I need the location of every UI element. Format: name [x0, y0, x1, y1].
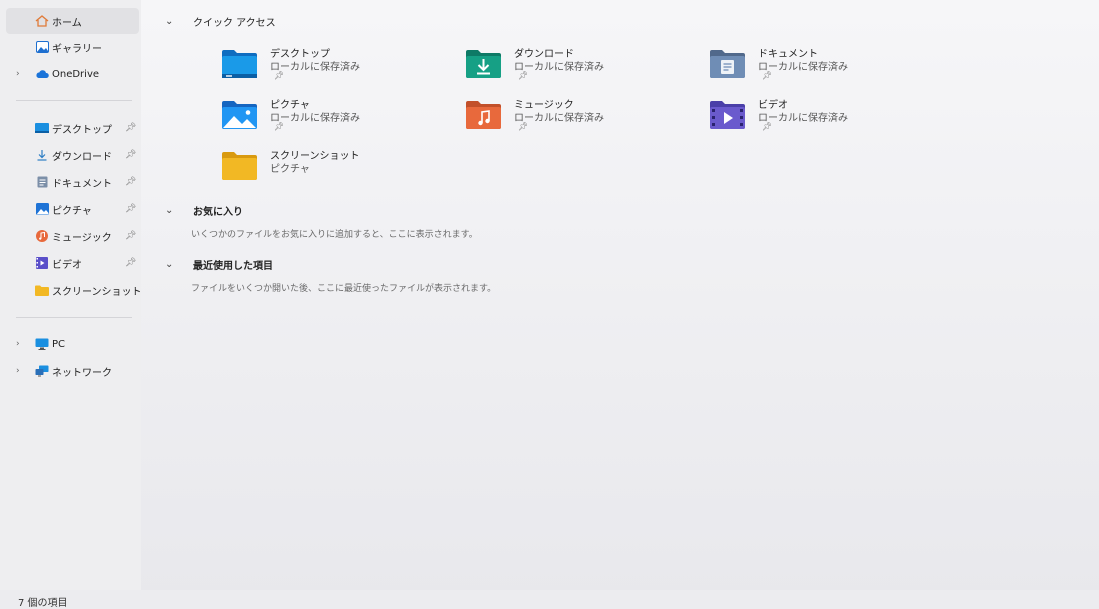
- favorites-header[interactable]: ⌄ お気に入り: [165, 202, 243, 218]
- download-folder-icon: [466, 50, 501, 78]
- sidebar-item-label: ギャラリー: [52, 43, 102, 55]
- quick-access-tile-pictures[interactable]: ピクチャ ローカルに保存済み 📌︎: [221, 96, 451, 144]
- quick-access-tile-desktop[interactable]: デスクトップ ローカルに保存済み 📌︎: [221, 45, 451, 93]
- pin-icon: 📌︎: [274, 122, 285, 131]
- quick-access-tile-music[interactable]: ミュージック ローカルに保存済み 📌︎: [465, 96, 695, 144]
- desktop-folder-icon: [222, 50, 257, 78]
- pin-icon: 📌︎: [762, 122, 773, 131]
- sidebar-item-label: デスクトップ: [52, 124, 112, 136]
- file-explorer-window: ホーム ギャラリー › OneDrive デスクトップ 📌︎ ダウンロード 📌︎…: [0, 0, 1099, 609]
- sidebar-item-pictures[interactable]: ピクチャ 📌︎: [6, 196, 139, 222]
- chevron-down-icon[interactable]: ⌄: [165, 16, 179, 27]
- sidebar-item-onedrive[interactable]: › OneDrive: [6, 61, 139, 87]
- music-icon: [35, 230, 49, 242]
- pin-icon[interactable]: 📌︎: [125, 204, 136, 214]
- sidebar-item-network[interactable]: › ネットワーク: [6, 358, 139, 384]
- folder-icon: [35, 284, 49, 296]
- tile-subtitle: ピクチャ: [270, 164, 310, 175]
- sidebar-item-downloads[interactable]: ダウンロード 📌︎: [6, 142, 139, 168]
- quick-access-tile-screenshots[interactable]: スクリーンショット ピクチャ: [221, 147, 451, 195]
- videos-folder-icon: [710, 101, 745, 129]
- pin-icon[interactable]: 📌︎: [125, 177, 136, 187]
- sidebar-item-home[interactable]: ホーム: [6, 8, 139, 34]
- section-title: お気に入り: [193, 206, 243, 218]
- sidebar-divider: [16, 317, 132, 318]
- chevron-right-icon[interactable]: ›: [16, 69, 24, 79]
- sidebar-item-music[interactable]: ミュージック 📌︎: [6, 223, 139, 249]
- sidebar-item-label: OneDrive: [52, 68, 100, 80]
- recent-empty-message: ファイルをいくつか開いた後、ここに最近使ったファイルが表示されます。: [191, 284, 497, 294]
- chevron-down-icon[interactable]: ⌄: [165, 259, 179, 270]
- sidebar-item-screenshots[interactable]: スクリーンショット: [6, 277, 142, 303]
- pin-icon: 📌︎: [518, 122, 529, 131]
- quick-access-tile-documents[interactable]: ドキュメント ローカルに保存済み 📌︎: [709, 45, 939, 93]
- item-count: 7 個の項目: [18, 598, 68, 609]
- sidebar-item-label: スクリーンショット: [52, 286, 142, 298]
- section-title: クイック アクセス: [193, 17, 276, 29]
- sidebar-item-label: ビデオ: [52, 259, 82, 271]
- screenshots-folder-icon: [222, 152, 257, 180]
- network-icon: [35, 365, 49, 377]
- sidebar-item-label: ダウンロード: [52, 151, 112, 163]
- chevron-right-icon[interactable]: ›: [16, 339, 24, 349]
- content-pane: ⌄ クイック アクセス デスクトップ ローカルに保存済み 📌︎ ダウンロード ロ…: [141, 0, 1099, 590]
- pin-icon[interactable]: 📌︎: [125, 123, 136, 133]
- pin-icon: 📌︎: [518, 71, 529, 80]
- status-bar: 7 個の項目: [0, 590, 1099, 609]
- pin-icon: 📌︎: [762, 71, 773, 80]
- recent-header[interactable]: ⌄ 最近使用した項目: [165, 256, 273, 272]
- sidebar-item-label: ドキュメント: [52, 178, 112, 190]
- quick-access-tile-downloads[interactable]: ダウンロード ローカルに保存済み 📌︎: [465, 45, 695, 93]
- music-folder-icon: [466, 101, 501, 129]
- onedrive-cloud-icon: [35, 68, 49, 80]
- pin-icon[interactable]: 📌︎: [125, 150, 136, 160]
- section-title: 最近使用した項目: [193, 260, 273, 272]
- sidebar-item-label: ネットワーク: [52, 367, 112, 379]
- sidebar-item-documents[interactable]: ドキュメント 📌︎: [6, 169, 139, 195]
- pictures-icon: [35, 203, 49, 215]
- sidebar-divider: [16, 100, 132, 101]
- pc-icon: [35, 338, 49, 350]
- sidebar-item-label: PC: [52, 338, 66, 350]
- documents-folder-icon: [710, 50, 745, 78]
- navigation-pane: ホーム ギャラリー › OneDrive デスクトップ 📌︎ ダウンロード 📌︎…: [0, 0, 142, 590]
- quick-access-tile-videos[interactable]: ビデオ ローカルに保存済み 📌︎: [709, 96, 939, 144]
- chevron-right-icon[interactable]: ›: [16, 366, 24, 376]
- videos-icon: [35, 257, 49, 269]
- sidebar-item-label: ミュージック: [52, 232, 112, 244]
- favorites-empty-message: いくつかのファイルをお気に入りに追加すると、ここに表示されます。: [191, 230, 478, 240]
- sidebar-item-videos[interactable]: ビデオ 📌︎: [6, 250, 139, 276]
- pin-icon: 📌︎: [274, 71, 285, 80]
- pin-icon[interactable]: 📌︎: [125, 258, 136, 268]
- sidebar-item-pc[interactable]: › PC: [6, 331, 139, 357]
- desktop-icon: [35, 122, 49, 134]
- quick-access-header[interactable]: ⌄ クイック アクセス: [165, 13, 276, 29]
- download-icon: [35, 149, 49, 161]
- sidebar-item-desktop[interactable]: デスクトップ 📌︎: [6, 115, 139, 141]
- sidebar-item-label: ホーム: [52, 17, 82, 29]
- pictures-folder-icon: [222, 101, 257, 129]
- home-icon: [35, 15, 49, 27]
- gallery-icon: [35, 41, 49, 53]
- sidebar-item-label: ピクチャ: [52, 205, 92, 217]
- chevron-down-icon[interactable]: ⌄: [165, 205, 179, 216]
- sidebar-item-gallery[interactable]: ギャラリー: [6, 34, 139, 60]
- documents-icon: [35, 176, 49, 188]
- pin-icon[interactable]: 📌︎: [125, 231, 136, 241]
